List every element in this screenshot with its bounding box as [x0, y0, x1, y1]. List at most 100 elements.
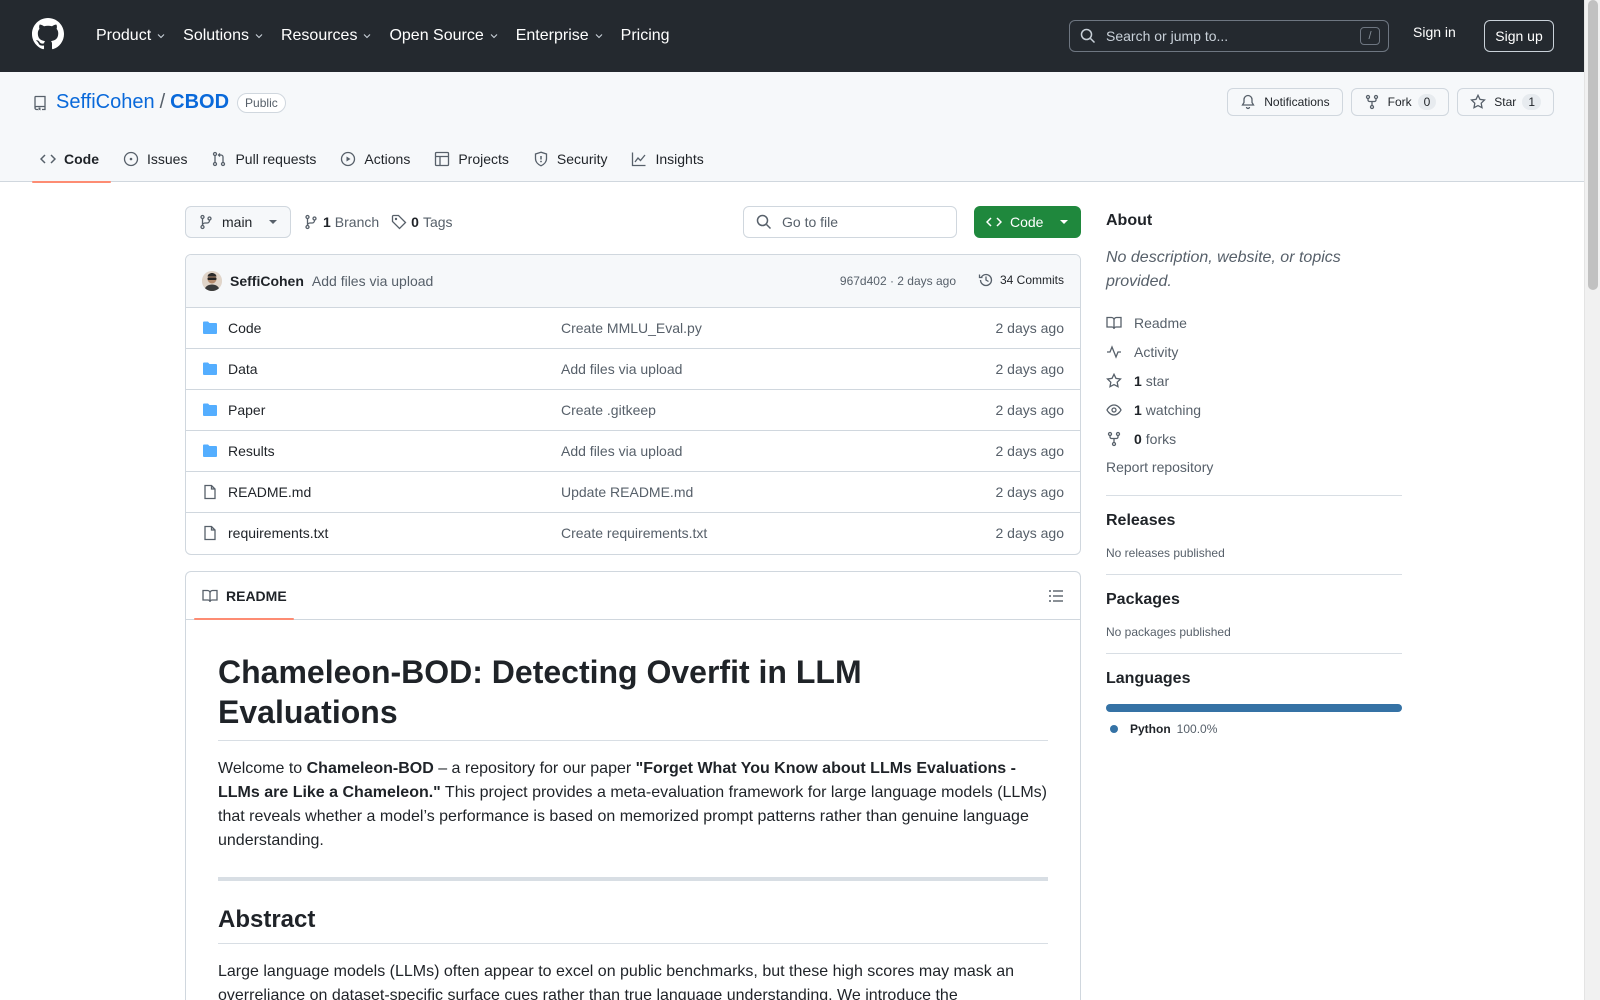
packages-heading[interactable]: Packages — [1106, 591, 1402, 609]
stars-link[interactable]: 1 star — [1106, 366, 1402, 395]
language-percentage: 100.0% — [1176, 722, 1218, 736]
book-icon — [202, 589, 218, 603]
folder-icon — [202, 361, 218, 377]
fork-button[interactable]: Fork 0 — [1350, 88, 1450, 116]
nav-solutions[interactable]: Solutions — [175, 20, 273, 52]
abstract-text: Large language models (LLMs) often appea… — [218, 963, 1014, 1000]
tab-code[interactable]: Code — [32, 136, 111, 183]
repo-title: SeffiCohen / CBOD Public — [32, 91, 286, 114]
watchers-link[interactable]: 1 watching — [1106, 395, 1402, 424]
readme-tab-label: README — [226, 588, 287, 604]
tab-issues[interactable]: Issues — [115, 136, 199, 182]
readme-title: Chameleon-BOD: Detecting Overfit in LLM … — [218, 652, 1048, 741]
watching-count: 1 — [1134, 401, 1142, 418]
report-repository-link[interactable]: Report repository — [1106, 453, 1402, 481]
fork-count: 0 — [1417, 94, 1437, 110]
abstract-heading: Abstract — [218, 905, 1048, 944]
file-name-link[interactable]: Code — [228, 320, 261, 336]
outline-button[interactable] — [1048, 588, 1064, 604]
forks-link[interactable]: 0 forks — [1106, 424, 1402, 453]
scrollbar-thumb[interactable] — [1588, 0, 1598, 290]
releases-heading[interactable]: Releases — [1106, 512, 1402, 530]
activity-link[interactable]: Activity — [1106, 337, 1402, 366]
global-search-input[interactable]: Search or jump to... / — [1069, 20, 1389, 52]
caret-down-icon — [269, 220, 278, 224]
commit-author-link[interactable]: SeffiCohen — [230, 273, 304, 289]
file-commit-message-link[interactable]: Create MMLU_Eval.py — [561, 320, 702, 336]
nav-enterprise[interactable]: Enterprise — [508, 20, 613, 52]
branch-selector[interactable]: main — [185, 206, 292, 238]
nav-open-source[interactable]: Open Source — [381, 20, 507, 52]
chevron-down-icon — [157, 34, 165, 39]
branches-link[interactable]: 1 Branch — [303, 214, 379, 230]
fork-icon — [1107, 431, 1121, 446]
forks-word: forks — [1145, 430, 1177, 447]
avatar[interactable] — [202, 271, 222, 291]
file-name-link[interactable]: Results — [228, 443, 275, 459]
file-name-link[interactable]: Data — [228, 361, 258, 377]
commit-message-link[interactable]: Add files via upload — [312, 273, 433, 289]
stars-word: star — [1145, 372, 1170, 389]
repo-name-link[interactable]: CBOD — [170, 91, 229, 114]
repo-tabs: Code Issues Pull requests Actions Projec… — [32, 136, 720, 183]
tab-projects-label: Projects — [458, 151, 509, 167]
star-icon — [1470, 94, 1487, 109]
readme-intro-text-2: – a repository for our paper — [433, 760, 636, 777]
tab-security[interactable]: Security — [525, 136, 620, 182]
sign-in-link[interactable]: Sign in — [1413, 24, 1456, 40]
readme-intro: Welcome to Chameleon-BOD – a repository … — [218, 757, 1048, 853]
file-commit-message-link[interactable]: Add files via upload — [561, 361, 682, 377]
readme-tab[interactable]: README — [202, 572, 287, 620]
file-row: README.md Update README.md 2 days ago — [186, 472, 1080, 513]
tab-projects[interactable]: Projects — [426, 136, 521, 182]
file-commit-message-link[interactable]: Add files via upload — [561, 443, 682, 459]
global-header: Product Solutions Resources Open Source … — [0, 0, 1584, 72]
nav-resources-label: Resources — [280, 27, 358, 44]
page-scrollbar[interactable] — [1584, 0, 1600, 1000]
go-to-file-placeholder: Go to file — [782, 214, 839, 230]
table-icon — [435, 151, 450, 167]
repo-owner-link[interactable]: SeffiCohen — [56, 91, 155, 114]
tags-link[interactable]: 0 Tags — [391, 214, 453, 230]
file-row: Results Add files via upload 2 days ago — [186, 431, 1080, 472]
github-logo-icon[interactable] — [32, 18, 64, 50]
file-name-link[interactable]: README.md — [228, 484, 311, 500]
file-icon — [202, 525, 218, 541]
sign-up-button[interactable]: Sign up — [1484, 20, 1554, 52]
file-commit-date: 2 days ago — [995, 320, 1065, 336]
chevron-down-icon — [595, 34, 603, 39]
folder-icon — [202, 402, 218, 418]
caret-down-icon — [1060, 220, 1069, 224]
branch-icon — [200, 214, 212, 230]
tab-insights[interactable]: Insights — [623, 136, 715, 182]
code-dropdown-button[interactable]: Code — [974, 206, 1081, 238]
tab-pull-requests[interactable]: Pull requests — [203, 136, 328, 182]
nav-product[interactable]: Product — [88, 20, 175, 52]
language-name: Python — [1130, 722, 1171, 736]
sidebar-divider — [1106, 574, 1402, 575]
language-item[interactable]: Python 100.0% — [1106, 722, 1402, 736]
file-list: SeffiCohen Add files via upload 967d402 … — [185, 254, 1081, 555]
file-name-link[interactable]: requirements.txt — [228, 525, 328, 541]
file-commit-message-link[interactable]: Create .gitkeep — [561, 402, 656, 418]
tab-pull-requests-label: Pull requests — [235, 151, 317, 167]
star-button[interactable]: Star 1 — [1457, 88, 1554, 116]
readme-intro-text-1: Welcome to — [218, 760, 307, 777]
file-commit-message-link[interactable]: Update README.md — [561, 484, 693, 500]
commit-hash-time[interactable]: 967d402 · 2 days ago — [840, 274, 956, 288]
visibility-badge: Public — [237, 92, 286, 113]
file-commit-message-link[interactable]: Create requirements.txt — [561, 525, 707, 541]
tab-actions[interactable]: Actions — [332, 136, 422, 182]
nav-pricing[interactable]: Pricing — [613, 20, 678, 52]
branch-tag-summary: 1 Branch 0 Tags — [303, 206, 465, 238]
commits-history-link[interactable]: 34 Commits — [978, 272, 1064, 288]
file-commit-date: 2 days ago — [995, 361, 1065, 377]
search-icon — [1080, 28, 1096, 44]
readme-link[interactable]: Readme — [1106, 308, 1402, 337]
notifications-button[interactable]: Notifications — [1227, 88, 1343, 116]
nav-resources[interactable]: Resources — [273, 20, 381, 52]
file-commit-date: 2 days ago — [995, 525, 1065, 541]
tab-code-label: Code — [64, 151, 99, 167]
go-to-file-input[interactable]: Go to file — [743, 206, 957, 238]
file-name-link[interactable]: Paper — [228, 402, 265, 418]
